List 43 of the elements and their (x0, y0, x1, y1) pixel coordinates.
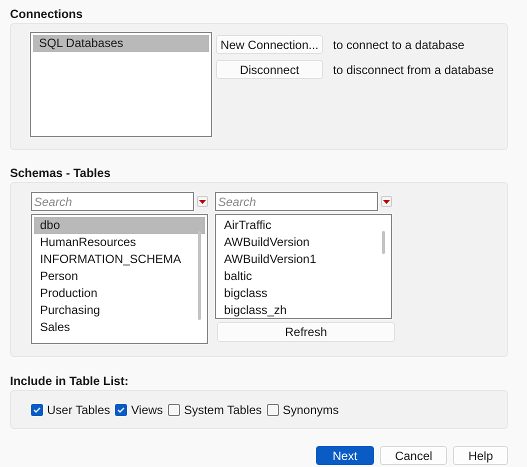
scrollbar-thumb[interactable] (382, 231, 385, 254)
scrollbar-thumb[interactable] (198, 231, 201, 320)
action-button[interactable]: Disconnect (216, 60, 323, 79)
action-description: to connect to a database (333, 36, 464, 54)
list-item[interactable]: AWBuildVersion1 (218, 251, 389, 268)
list-item[interactable]: Person (34, 268, 205, 285)
refresh-button[interactable]: Refresh (217, 322, 395, 342)
list-item[interactable]: bigclass (218, 285, 389, 302)
section-heading: Schemas - Tables (10, 165, 112, 182)
dropdown-button[interactable] (381, 196, 392, 207)
search-field[interactable]: Search (215, 192, 378, 211)
check-icon (117, 406, 126, 412)
caret-icon (199, 200, 206, 204)
action-description: to disconnect from a database (333, 62, 494, 78)
list-item[interactable]: bigclass_zh (218, 302, 389, 318)
checkbox-label: Views (131, 402, 163, 418)
dropdown-button[interactable] (197, 196, 208, 207)
section-heading: Connections (10, 6, 84, 23)
checkbox-label: System Tables (184, 402, 262, 418)
checkbox-label: User Tables (47, 402, 110, 418)
list-item[interactable]: INFORMATION_SCHEMA (34, 251, 205, 268)
list-item[interactable]: Purchasing (34, 302, 205, 319)
dialog-button[interactable]: Next (316, 446, 374, 465)
list-item[interactable]: AirTraffic (218, 217, 389, 234)
caret-icon (383, 200, 390, 204)
list-item[interactable]: Production (34, 285, 205, 302)
search-field[interactable]: Search (31, 192, 194, 211)
list-item[interactable]: SQL Databases (33, 35, 209, 52)
checkbox[interactable] (31, 404, 43, 416)
list-item[interactable]: dbo (34, 217, 205, 234)
list-item[interactable]: Sales (34, 319, 205, 336)
checkbox[interactable] (115, 404, 128, 416)
check-icon (33, 406, 41, 412)
section-heading: Include in Table List: (10, 373, 130, 390)
checkbox-label: Synonyms (282, 402, 339, 418)
checkbox[interactable] (168, 404, 180, 416)
checkbox[interactable] (266, 404, 279, 416)
list-item[interactable]: AWBuildVersion (218, 234, 389, 251)
list-item[interactable]: HumanResources (34, 234, 205, 251)
dialog-button[interactable]: Help (453, 446, 508, 465)
list-item[interactable]: baltic (218, 268, 389, 285)
dialog-button[interactable]: Cancel (380, 446, 448, 465)
action-button[interactable]: New Connection... (216, 35, 323, 54)
